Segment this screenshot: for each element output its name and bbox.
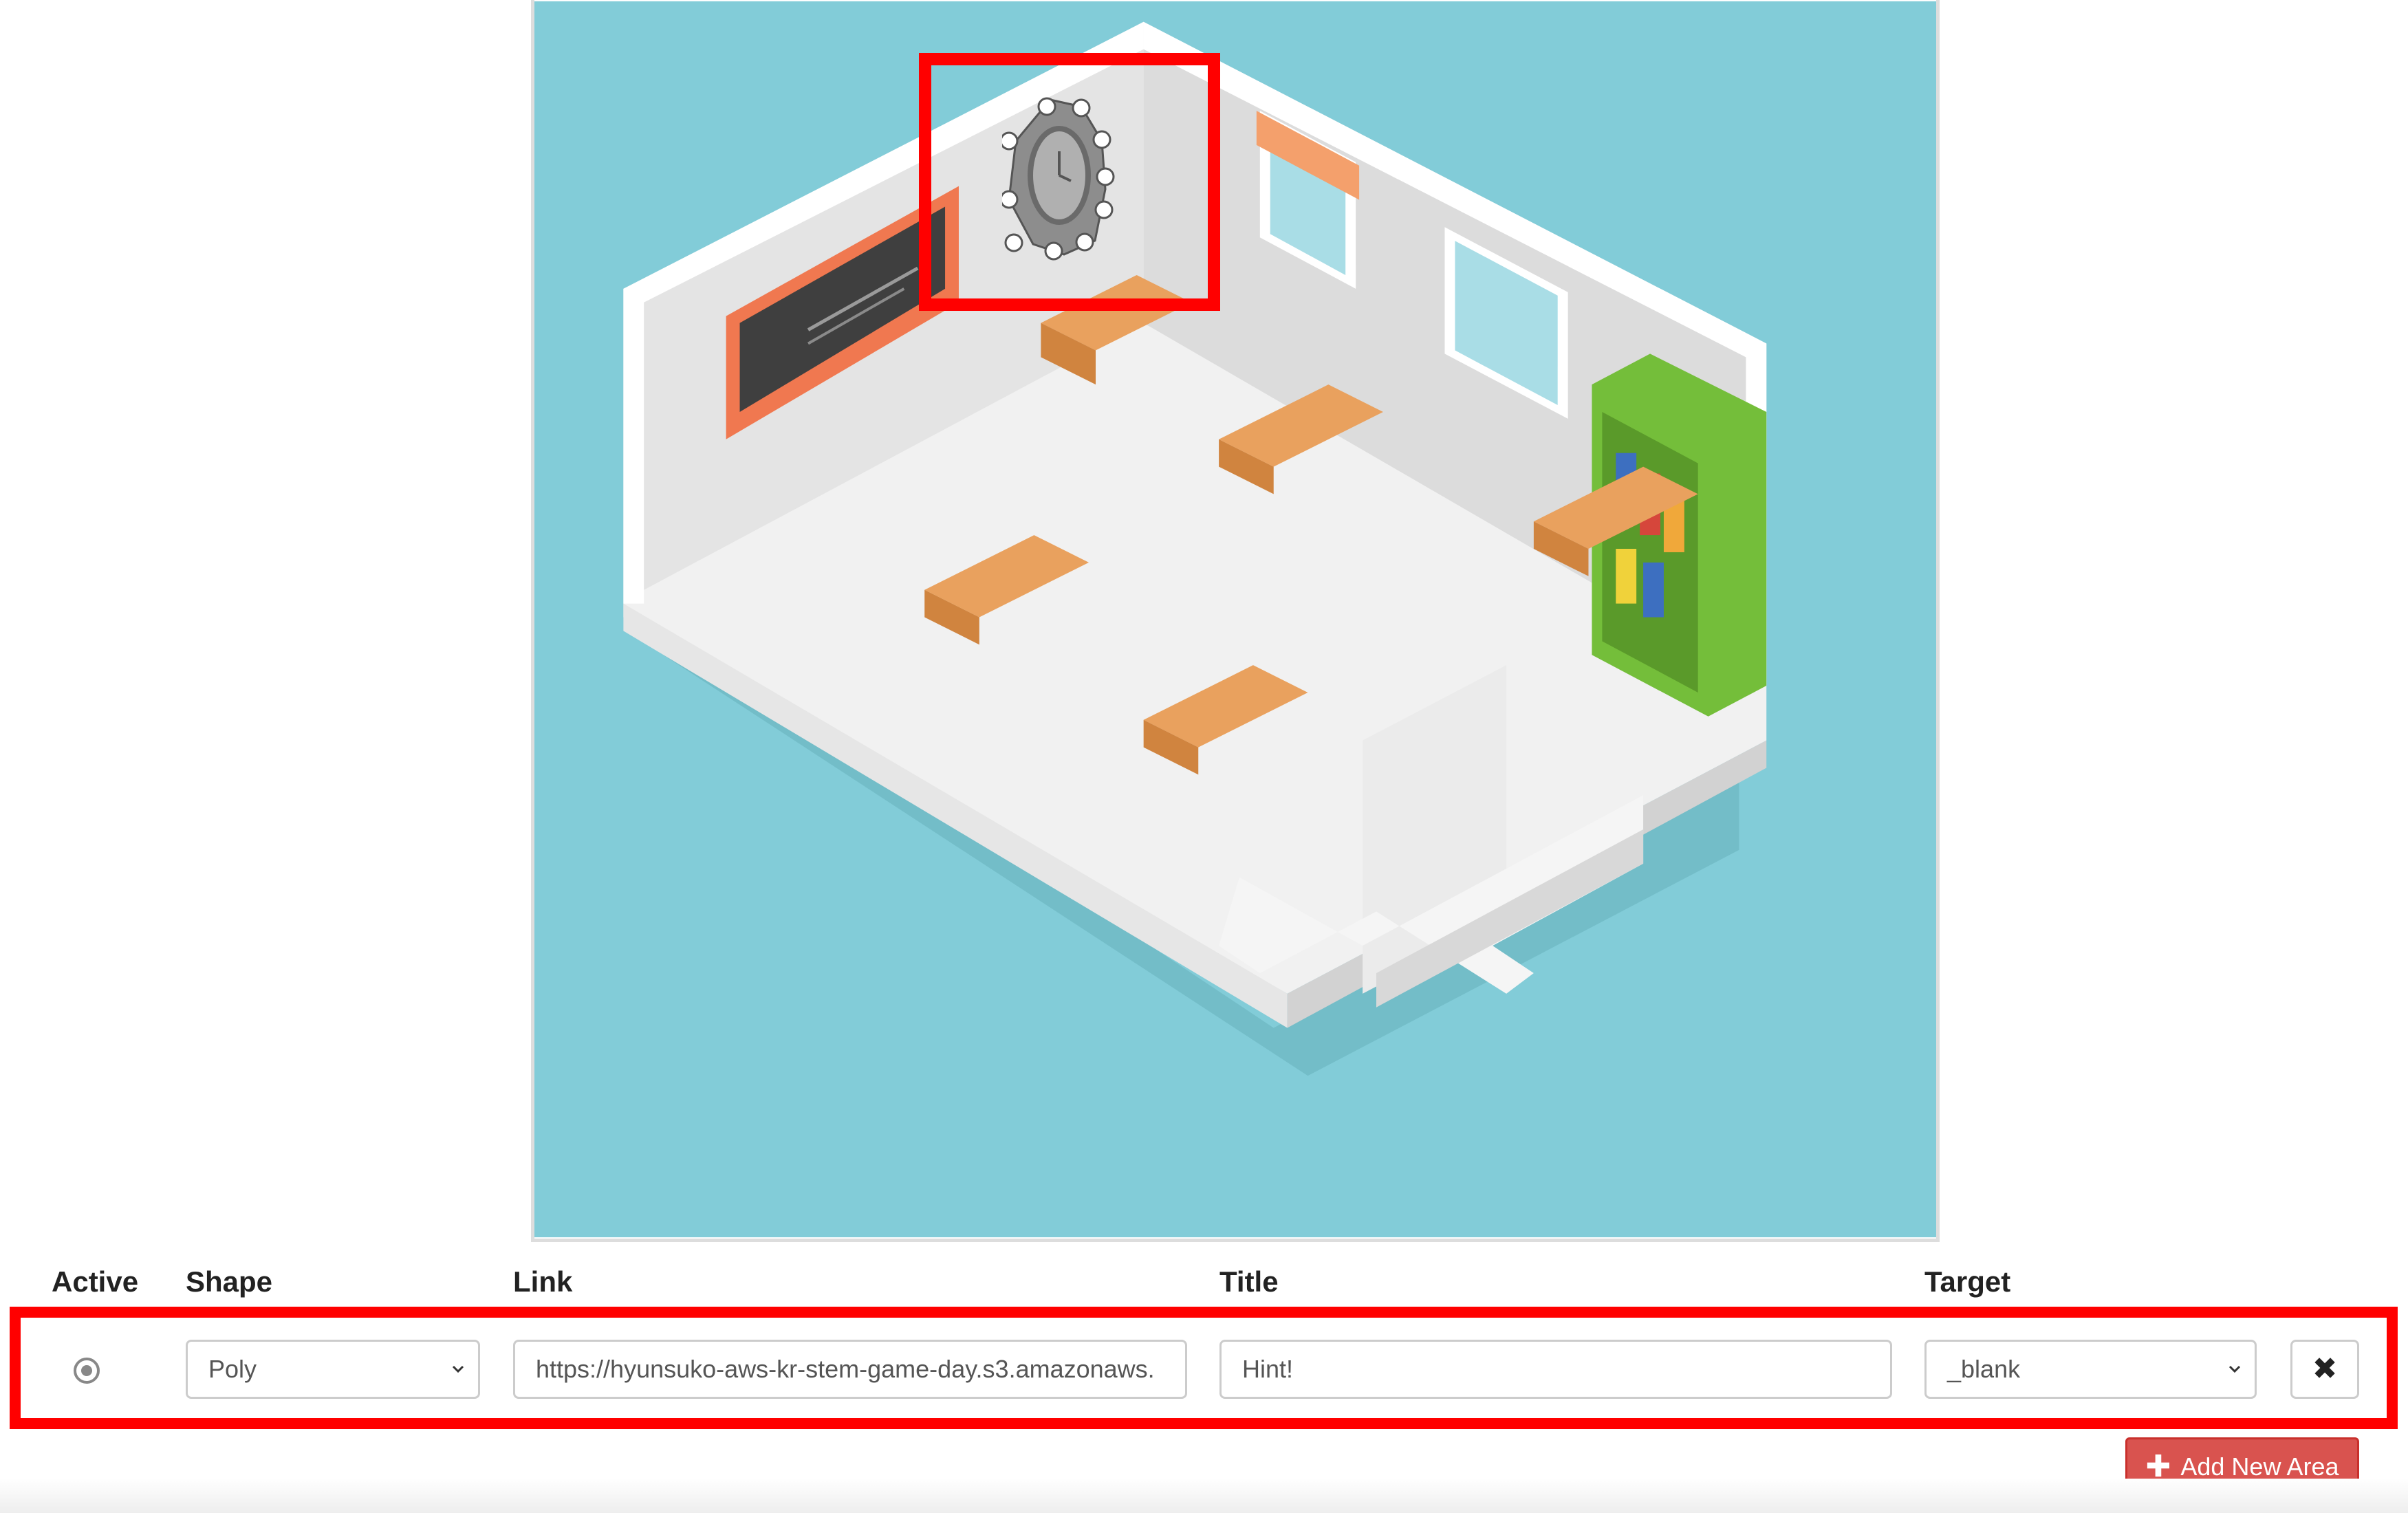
- footer-shade: [0, 1479, 2408, 1513]
- header-link: Link: [513, 1265, 573, 1298]
- target-select-value: _blank: [1947, 1355, 2021, 1383]
- chevron-down-icon: [2228, 1365, 2241, 1373]
- image-map-canvas[interactable]: [531, 0, 1940, 1242]
- header-title: Title: [1219, 1265, 1279, 1298]
- active-radio-dot: [81, 1365, 92, 1376]
- shape-select-value: Poly: [208, 1355, 257, 1383]
- header-shape: Shape: [186, 1265, 273, 1298]
- close-icon: ✖: [2312, 1352, 2338, 1386]
- add-new-area-label: Add New Area: [2180, 1452, 2339, 1481]
- header-target: Target: [1924, 1265, 2011, 1298]
- target-select[interactable]: _blank: [1924, 1340, 2257, 1399]
- active-radio[interactable]: [74, 1358, 100, 1384]
- chevron-down-icon: [452, 1365, 464, 1373]
- polygon-area[interactable]: [1002, 93, 1143, 265]
- classroom-illustration: [534, 1, 1936, 1238]
- shape-select[interactable]: Poly: [186, 1340, 480, 1399]
- link-input-value: https://hyunsuko-aws-kr-stem-game-day.s3…: [536, 1355, 1155, 1383]
- link-input[interactable]: https://hyunsuko-aws-kr-stem-game-day.s3…: [513, 1340, 1187, 1399]
- header-active: Active: [52, 1265, 139, 1298]
- title-input[interactable]: Hint!: [1219, 1340, 1892, 1399]
- delete-area-button[interactable]: ✖: [2290, 1340, 2359, 1399]
- title-input-value: Hint!: [1242, 1355, 1294, 1383]
